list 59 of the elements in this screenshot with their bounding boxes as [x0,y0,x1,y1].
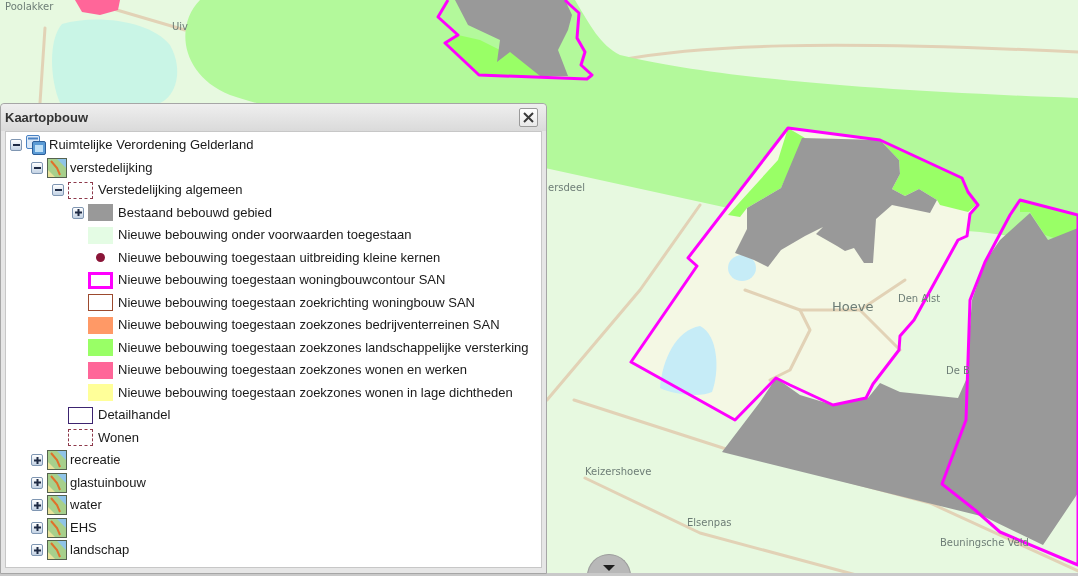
layer-label: Ruimtelijke Verordening Gelderland [49,137,254,154]
layer-label: water [70,497,102,514]
collapse-toggle[interactable] [10,139,22,152]
minus-icon [12,144,20,147]
lake [660,326,717,395]
close-button[interactable] [519,108,538,127]
lake [728,255,756,281]
layer-label: Nieuwe bebouwing toegestaan woningbouwcontour SAN [118,272,446,289]
place-label: Hoeve [832,299,874,314]
place-label: Keizershoeve [585,466,652,478]
layer-label: Nieuwe bebouwing toegestaan zoekrichting woningbouw SAN [118,294,475,311]
close-icon [523,112,534,123]
expand-toggle[interactable] [31,544,43,557]
layer-label: EHS [70,519,97,536]
layer-label: Nieuwe bebouwing toegestaan zoekzones bedrijventerreinen SAN [118,317,500,334]
plus-icon [33,524,41,532]
layer-label: Bestaand bebouwd gebied [118,204,272,221]
mixed-use-zone [75,0,120,15]
layer-label: Nieuwe bebouwing toegestaan zoekzones wonen in lage dichtheden [118,384,513,401]
collapse-toggle[interactable] [52,184,64,197]
map-icon [47,540,67,561]
expand-toggle[interactable] [31,476,43,489]
expand-toggle[interactable] [31,499,43,512]
expand-toggle[interactable] [31,454,43,467]
layer-label: Nieuwe bebouwing onder voorwaarden toegestaan [118,227,412,244]
place-label: Poolakker [5,1,54,13]
plus-icon [33,501,41,509]
minus-icon [33,166,41,169]
expand-toggle[interactable] [31,521,43,534]
layer-label: Verstedelijking algemeen [98,182,243,199]
plus-icon [33,479,41,487]
collapse-toggle[interactable] [31,161,43,174]
place-label: Beuningsche Veld [940,537,1029,549]
windows-stack-icon [26,135,46,156]
place-label: ersdeel [548,182,585,194]
layer-label: Nieuwe bebouwing toegestaan uitbreiding kleine kernen [118,249,441,266]
plus-icon [33,546,41,554]
expand-toggle[interactable] [72,206,84,219]
plus-icon [33,456,41,464]
place-label: Uiv [172,21,188,33]
layer-label: landschap [70,542,130,559]
layer-label: glastuinbouw [70,474,146,491]
layer-label: Wonen [98,429,139,446]
layer-label: Detailhandel [98,407,171,424]
layer-label: verstedelijking [70,159,153,176]
caret-down-icon [603,565,615,571]
layer-label: Nieuwe bebouwing toegestaan zoekzones landschappelijke versterking [118,339,529,356]
minus-icon [54,189,62,192]
layer-label: Nieuwe bebouwing toegestaan zoekzones wonen en werken [118,362,468,379]
place-label: Elsenpas [687,517,732,529]
map-icon [47,450,67,471]
map-icon [47,472,67,493]
map-icon [47,495,67,516]
map-icon [47,517,67,538]
place-label: De B [946,365,970,377]
plus-icon [74,209,82,217]
map-icon [47,157,67,178]
layer-label: recreatie [70,452,121,469]
panel-title: Kaartopbouw [5,109,89,126]
